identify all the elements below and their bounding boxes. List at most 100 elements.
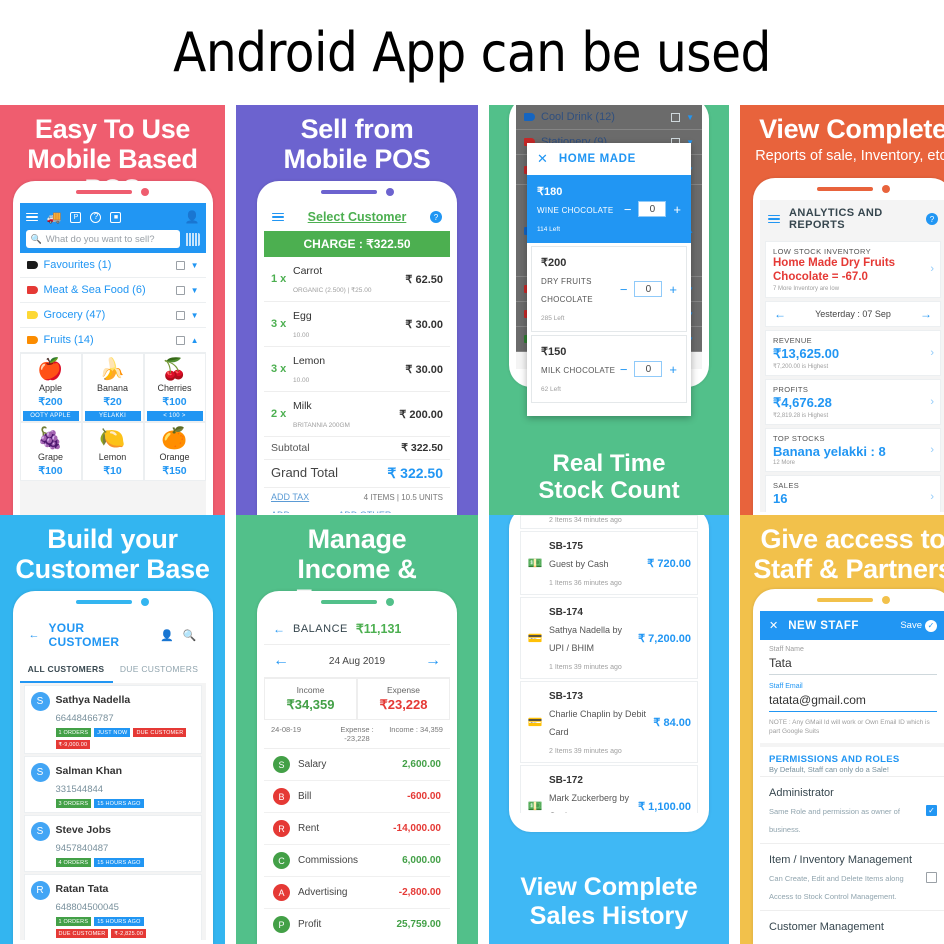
category-row-meat[interactable]: Meat & Sea Food (6) ▼ [19,278,206,303]
chevron-right-icon[interactable]: › [930,396,934,408]
cart-line-item[interactable]: 3 x Egg 10.00 ₹ 30.00 [264,302,450,347]
add-discount-link[interactable]: ADD DISCOUNT [271,510,338,513]
menu-icon[interactable] [25,211,38,224]
stock-item-row[interactable]: ₹180 WINE CHOCOLATE 114 Left − 0 + [527,175,691,243]
chevron-right-icon[interactable]: › [930,491,934,503]
sales-card[interactable]: SALES 16 › [765,474,941,512]
next-day-icon[interactable]: → [920,307,932,321]
ledger-row[interactable]: B Bill -600.00 [264,781,450,813]
staff-email-field[interactable]: Staff Email tatata@gmail.com [760,677,944,714]
ledger-row[interactable]: A Advertising -2,800.00 [264,877,450,909]
minus-icon[interactable]: − [620,362,628,377]
top-stocks-card[interactable]: TOP STOCKS Banana yelakki : 8 12 More › [765,427,941,472]
product-card[interactable]: 🍇 Grape ₹100 [19,422,82,481]
category-checkbox[interactable] [175,310,185,320]
permission-checkbox[interactable] [926,871,937,883]
chevron-down-icon[interactable]: ▼ [191,311,199,320]
chevron-up-icon[interactable]: ▲ [191,336,199,345]
calculator-icon[interactable]: ■ [110,211,122,223]
field-value[interactable]: tatata@gmail.com [769,690,937,712]
quantity-value[interactable]: 0 [638,201,667,217]
menu-icon[interactable] [272,211,284,224]
cart-line-item[interactable]: 3 x Lemon 10.00 ₹ 30.00 [264,347,450,392]
tab-due-customers[interactable]: DUE CUSTOMERS [113,657,206,683]
delivery-icon[interactable]: 🚚 [47,210,62,224]
add-user-icon[interactable]: 👤 [160,629,174,642]
revenue-card[interactable]: REVENUE ₹13,625.00 ₹7,200.00 is Highest … [765,329,941,376]
list-item[interactable]: S Salman Khan 331544844 3 ORDERS 15 HOURS… [23,756,202,813]
next-day-icon[interactable]: → [425,652,441,670]
category-row-favourites[interactable]: Favourites (1) ▼ [19,253,206,278]
barcode-icon[interactable] [184,232,200,246]
staff-name-field[interactable]: Staff Name Tata [760,640,944,677]
category-row-fruits[interactable]: Fruits (14) ▲ [19,328,206,353]
search-icon[interactable]: 🔍 [183,629,197,642]
prev-day-icon[interactable]: ← [273,652,289,670]
profits-card[interactable]: PROFITS ₹4,676.28 ₹2,819.28 is Highest › [765,378,941,425]
category-checkbox[interactable] [175,260,185,270]
plus-icon[interactable]: + [669,282,677,297]
low-stock-card[interactable]: LOW STOCK INVENTORY Home Made Dry Fruits… [765,241,941,298]
stock-item-row[interactable]: ₹150 MILK CHOCOLATE 62 Left − 0 + [531,335,687,403]
category-row-grocery[interactable]: Grocery (47) ▼ [19,303,206,328]
chevron-down-icon[interactable]: ▼ [191,286,199,295]
product-card[interactable]: 🍌 Banana ₹20 YELAKKI [81,353,144,422]
list-item[interactable]: S Steve Jobs 9457840487 4 ORDERS 15 HOURS… [23,815,202,872]
quantity-stepper[interactable]: − 0 + [620,361,677,377]
chevron-right-icon[interactable]: › [930,263,934,275]
help-icon[interactable]: ? [926,213,938,225]
help-icon[interactable]: ? [90,211,102,223]
cart-line-item[interactable]: 1 x Carrot ORGANIC (2.500) | ₹25.00 ₹ 62.… [264,257,450,302]
back-icon[interactable]: ← [29,629,40,641]
ledger-row[interactable]: P Profit 25,759.00 [264,909,450,940]
help-icon[interactable]: ? [430,211,442,223]
chevron-right-icon[interactable]: › [930,444,934,456]
cart-line-item[interactable]: 2 x Milk BRITANNIA 200GM ₹ 200.00 [264,392,450,437]
category-checkbox[interactable] [175,335,185,345]
list-item[interactable]: 💵SB-172Mark Zuckerberg by Cash1 Items 40… [520,765,698,813]
add-other-chargers-link[interactable]: ADD OTHER CHARGERS [338,510,443,513]
ledger-row[interactable]: S Salary 2,600.00 [264,749,450,781]
chevron-down-icon[interactable]: ▼ [191,261,199,270]
plus-icon[interactable]: + [669,362,677,377]
chevron-right-icon[interactable]: › [930,347,934,359]
back-icon[interactable]: ← [273,622,285,636]
category-row[interactable]: Cool Drink (12) ▼ [516,105,702,130]
save-button[interactable]: Save ✓ [900,619,937,632]
list-item[interactable]: S Sathya Nadella 66448466787 1 ORDERS JUS… [23,685,202,754]
permission-checkbox[interactable]: ✓ [926,804,937,816]
list-item-partial[interactable]: 2 Items 34 minutes ago [520,515,698,529]
add-tax-link[interactable]: ADD TAX [271,492,309,502]
stock-item-row[interactable]: ₹200 DRY FRUITS CHOCOLATE 285 Left − 0 + [531,246,687,332]
category-checkbox[interactable] [175,285,185,295]
permission-row-customer[interactable]: Customer ManagementCan Create, Edit and … [760,910,944,941]
quantity-value[interactable]: 0 [634,281,663,297]
product-card[interactable]: 🍊 Orange ₹150 [143,422,206,481]
permission-row-inventory[interactable]: Item / Inventory Management Can Create, E… [760,843,944,911]
quantity-stepper[interactable]: − 0 + [620,281,677,297]
category-checkbox[interactable] [671,112,681,122]
list-item[interactable]: R Ratan Tata 648804500045 1 ORDERS 15 HOU… [23,874,202,940]
account-icon[interactable]: 👤 [185,210,200,224]
prev-day-icon[interactable]: ← [774,307,786,321]
menu-icon[interactable] [768,213,780,226]
close-icon[interactable]: ✕ [769,619,778,632]
plus-icon[interactable]: + [673,202,681,217]
charge-button[interactable]: CHARGE : ₹322.50 [264,231,450,257]
field-value[interactable]: Tata [769,653,937,675]
park-icon[interactable]: P [70,211,82,223]
tab-all-customers[interactable]: ALL CUSTOMERS [19,657,113,683]
list-item[interactable]: 💳 SB-173 Charlie Chaplin by Debit Card 2 It… [520,681,698,763]
product-card[interactable]: 🍎 Apple ₹200 OOTY APPLE [19,353,82,422]
ledger-row[interactable]: C Commissions 6,000.00 [264,845,450,877]
minus-icon[interactable]: − [620,282,628,297]
product-card[interactable]: 🍋 Lemon ₹10 [81,422,144,481]
permission-row-administrator[interactable]: Administrator Same Role and permission as… [760,776,944,844]
quantity-value[interactable]: 0 [634,361,663,377]
search-input[interactable]: 🔍 What do you want to sell? [25,230,180,248]
list-item[interactable]: 💵 SB-175 Guest by Cash 1 Items 36 minutes a… [520,531,698,595]
select-customer-button[interactable]: Select Customer [292,210,422,224]
minus-icon[interactable]: − [624,202,632,217]
close-icon[interactable]: ✕ [537,151,548,167]
product-card[interactable]: 🍒 Cherries ₹100 < 100 > [143,353,206,422]
